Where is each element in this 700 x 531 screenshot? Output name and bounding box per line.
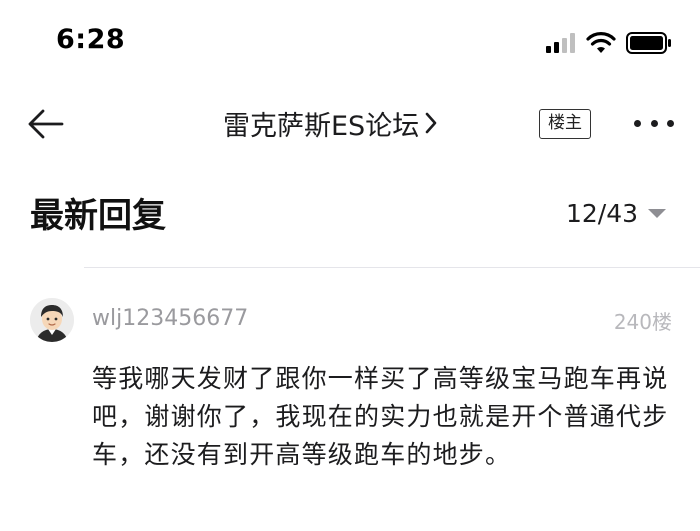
back-button[interactable] bbox=[26, 106, 66, 142]
status-bar: 6:28 bbox=[0, 0, 700, 88]
wifi-icon bbox=[586, 32, 616, 53]
caret-down-icon bbox=[648, 208, 667, 218]
more-dot bbox=[650, 119, 658, 127]
more-dot bbox=[634, 119, 641, 127]
more-dots-icon[interactable] bbox=[634, 116, 674, 130]
status-time: 6:28 bbox=[56, 24, 126, 55]
avatar-face-icon bbox=[30, 298, 74, 342]
chevron-right-icon bbox=[425, 112, 437, 134]
reply-username[interactable]: wlj123456677 bbox=[92, 306, 248, 331]
section-header: 最新回复 12/43 bbox=[0, 184, 700, 240]
forum-title: 雷克萨斯ES论坛 bbox=[223, 110, 420, 142]
section-title: 最新回复 bbox=[30, 196, 166, 236]
page-indicator: 12/43 bbox=[566, 198, 639, 228]
battery-icon bbox=[626, 32, 671, 54]
avatar[interactable] bbox=[30, 298, 74, 342]
owner-only-button[interactable]: 楼主 bbox=[539, 109, 591, 139]
forum-title-link[interactable]: 雷克萨斯ES论坛 bbox=[223, 105, 439, 142]
nav-bar: 雷克萨斯ES论坛 楼主 bbox=[0, 96, 700, 154]
reply-floor-number: 240楼 bbox=[613, 310, 672, 334]
page-selector[interactable]: 12/43 bbox=[566, 195, 667, 231]
status-icons bbox=[546, 30, 672, 56]
cellular-signal-icon bbox=[546, 33, 575, 53]
back-arrow-icon bbox=[28, 109, 64, 139]
reply-content: 等我哪天发财了跟你一样买了高等级宝马跑车再说吧，谢谢你了，我现在的实力也就是开个… bbox=[92, 364, 669, 469]
more-dot bbox=[667, 119, 674, 127]
divider bbox=[84, 267, 700, 268]
